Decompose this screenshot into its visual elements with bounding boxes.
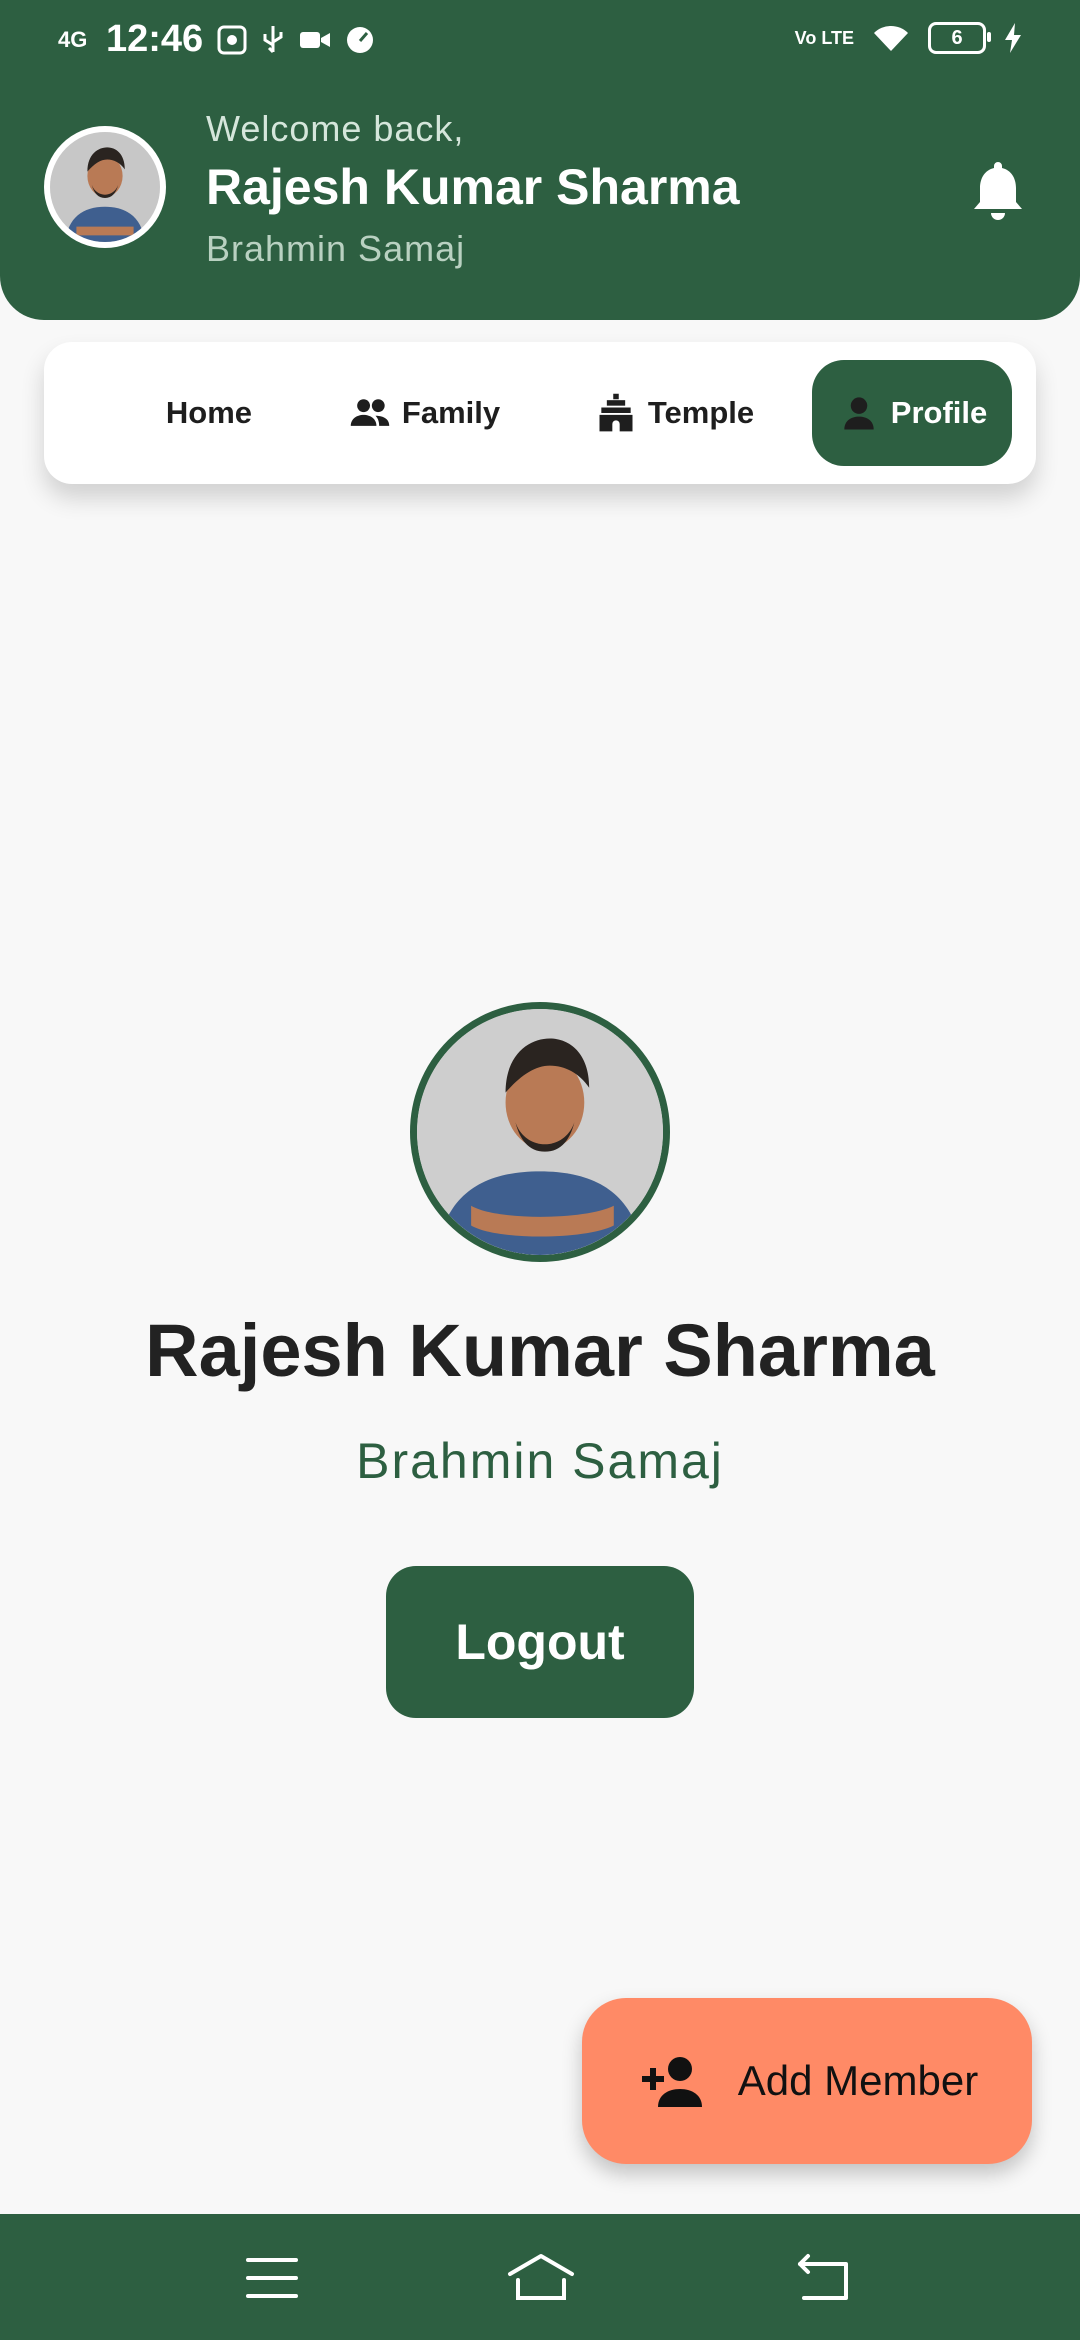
person-icon — [844, 397, 874, 430]
header-user-name: Rajesh Kumar Sharma — [206, 159, 740, 215]
tab-home[interactable]: Home — [134, 360, 284, 466]
add-member-label: Add Member — [737, 2057, 979, 2104]
people-icon — [350, 399, 390, 426]
charging-icon — [1005, 23, 1021, 53]
tab-label: Profile — [890, 395, 988, 430]
profile-samaj: Brahmin Samaj — [356, 1433, 724, 1489]
tab-label: Temple — [647, 395, 755, 430]
header-samaj: Brahmin Samaj — [206, 228, 466, 269]
header-avatar[interactable] — [44, 126, 166, 248]
tab-label: Family — [401, 395, 501, 430]
tab-profile[interactable]: Profile — [812, 360, 1012, 466]
avatar-photo — [417, 1009, 663, 1255]
bell-icon[interactable] — [970, 158, 1026, 222]
status-time: 12:46 — [106, 18, 204, 60]
tab-family[interactable]: Family — [334, 360, 514, 466]
battery-indicator: 6 — [928, 22, 991, 54]
app-notification-icon — [217, 25, 247, 54]
profile-name: Rajesh Kumar Sharma — [145, 1309, 935, 1392]
profile-avatar[interactable] — [410, 1002, 670, 1262]
network-indicator: 4G — [58, 26, 88, 52]
usb-icon — [263, 25, 283, 53]
home-nav-icon[interactable] — [506, 2252, 576, 2304]
wifi-icon — [874, 25, 908, 51]
add-person-icon — [641, 2057, 702, 2107]
menu-icon[interactable] — [242, 2252, 302, 2304]
avatar-photo — [50, 132, 160, 242]
tab-label: Home — [165, 395, 253, 430]
temple-icon — [599, 393, 633, 432]
back-icon[interactable] — [794, 2252, 854, 2304]
top-nav-tabs: Home Family Temple Profile — [44, 342, 1036, 484]
logout-button[interactable]: Logout — [386, 1566, 694, 1718]
system-nav-bar — [0, 2214, 1080, 2340]
volte-indicator: Vo LTE — [794, 28, 854, 48]
tab-temple[interactable]: Temple — [584, 360, 764, 466]
video-icon — [300, 31, 331, 48]
add-member-button[interactable]: Add Member — [582, 1998, 1032, 2164]
speed-icon — [347, 26, 374, 53]
welcome-text: Welcome back, — [206, 108, 465, 149]
status-bar: 4G 12:46 Vo LTE 6 — [0, 0, 1080, 86]
app-header: 4G 12:46 Vo LTE 6 Welcome back, Rajesh K… — [0, 0, 1080, 320]
